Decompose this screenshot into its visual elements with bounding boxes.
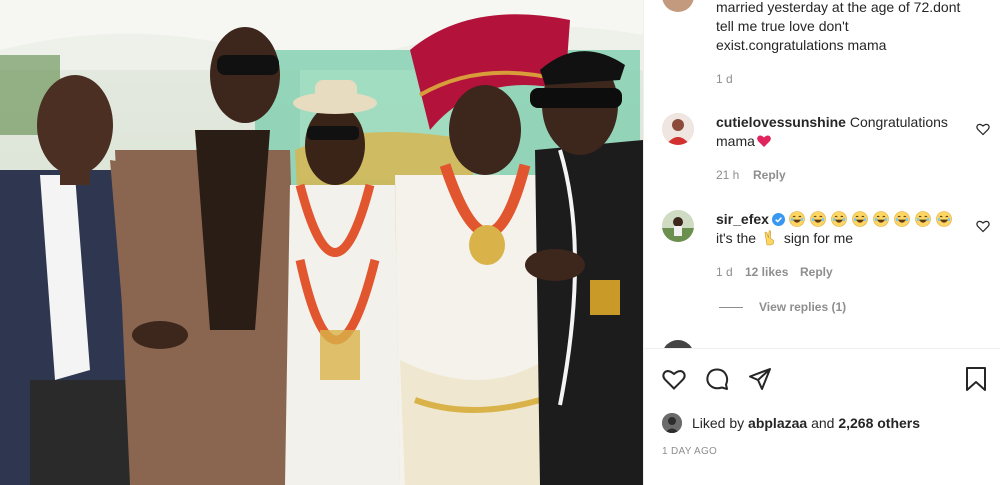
laughing-emoji-icon <box>810 211 826 227</box>
likes-joiner: and <box>811 415 835 431</box>
view-replies-link[interactable]: View replies (1) <box>719 300 846 314</box>
commenter-avatar-sir-efex[interactable] <box>662 210 694 242</box>
likes-prefix: Liked by <box>692 415 745 431</box>
comment-2-body: sir_efex it's the sign for me <box>716 210 976 248</box>
comment-2-reply-label[interactable]: Reply <box>800 265 833 279</box>
heart-icon[interactable] <box>661 366 687 392</box>
liker-avatar-image <box>662 413 682 433</box>
laughing-emoji-icon <box>831 211 847 227</box>
post-sidebar: married yesterday at the age of 72.dont … <box>643 0 1000 485</box>
caption-age: 1 d <box>716 72 733 86</box>
comment-1-body: cutielovessunshine Congratulations mama <box>716 113 976 151</box>
comment-1-reply-label[interactable]: Reply <box>753 168 786 182</box>
liker-username[interactable]: abplazaa <box>748 415 807 431</box>
red-heart-emoji-icon <box>757 135 771 147</box>
comment-1-username[interactable]: cutielovessunshine <box>716 114 846 130</box>
laughing-emoji-icon <box>936 211 952 227</box>
next-commenter-avatar[interactable] <box>662 340 694 348</box>
comment-1-reply[interactable]: Reply <box>753 167 786 183</box>
like-comment-1-heart-icon[interactable] <box>976 122 990 136</box>
laughing-emoji-row <box>789 211 957 227</box>
likes-text: Liked by abplazaa and 2,268 others <box>692 413 920 433</box>
like-comment-2-heart-icon[interactable] <box>976 219 990 233</box>
caption-author-avatar[interactable] <box>662 0 694 12</box>
laughing-emoji-icon <box>873 211 889 227</box>
comment-1-text-b: mama <box>716 133 755 149</box>
comment-2-reply[interactable]: Reply <box>800 264 833 280</box>
view-replies-divider <box>719 307 743 309</box>
comment-2-age: 1 d <box>716 265 733 279</box>
comment-2-likes-count[interactable]: 12 likes <box>745 265 788 279</box>
laughing-emoji-icon <box>915 211 931 227</box>
comment-1-age: 21 h <box>716 168 740 182</box>
comment-2-username[interactable]: sir_efex <box>716 211 769 227</box>
avatar-image <box>662 210 694 242</box>
comment-icon[interactable] <box>704 366 730 392</box>
caption-line-3: exist.congratulations mama <box>716 37 887 53</box>
comments-section: married yesterday at the age of 72.dont … <box>644 0 1000 348</box>
post-date[interactable]: 1 DAY AGO <box>662 446 717 457</box>
laughing-emoji-icon <box>789 211 805 227</box>
comment-2-text-b: it's the <box>716 230 757 246</box>
laughing-emoji-icon <box>894 211 910 227</box>
share-icon[interactable] <box>747 366 773 392</box>
instagram-post: married yesterday at the age of 72.dont … <box>0 0 1000 485</box>
view-replies-label[interactable]: View replies (1) <box>759 300 846 314</box>
comment-2-text-c: sign for me <box>783 230 854 246</box>
avatar-image <box>662 113 694 145</box>
caption-line-1: married yesterday at the age of 72.dont <box>716 0 961 15</box>
caption-line-2: tell me true love don't <box>716 18 849 34</box>
peace-hand-emoji-icon <box>764 230 774 246</box>
comment-2-likes[interactable]: 12 likes <box>745 264 788 280</box>
commenter-avatar-cutielovessunshine[interactable] <box>662 113 694 145</box>
comment-1-text-a: Congratulations <box>849 114 948 130</box>
bookmark-icon[interactable] <box>963 366 989 392</box>
verified-icon <box>771 213 785 226</box>
wedding-photo-illustration <box>0 0 643 485</box>
laughing-emoji-icon <box>852 211 868 227</box>
post-photo <box>0 0 643 485</box>
post-actions-bar <box>644 349 1000 409</box>
liker-avatar[interactable] <box>662 413 682 433</box>
likes-others-count[interactable]: 2,268 others <box>838 415 920 431</box>
